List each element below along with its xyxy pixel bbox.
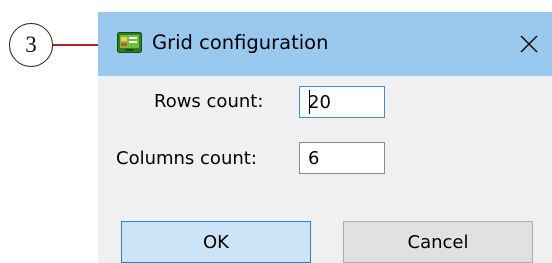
dialog-title: Grid configuration (152, 31, 329, 54)
close-button[interactable] (506, 12, 552, 76)
screenshot-stage: 3 Grid configuration Rows count: 20 Colu… (0, 0, 552, 263)
cancel-button[interactable]: Cancel (343, 221, 533, 263)
ok-button[interactable]: OK (121, 221, 311, 263)
rows-count-input[interactable] (299, 86, 385, 118)
columns-count-label: Columns count: (116, 148, 257, 169)
callout-number: 3 (25, 32, 37, 57)
rows-count-label: Rows count: (154, 91, 264, 112)
grid-configuration-dialog: Grid configuration Rows count: Columns c… (98, 12, 552, 263)
close-icon (520, 35, 538, 53)
callout-marker: 3 (9, 23, 53, 67)
columns-count-input[interactable] (299, 142, 385, 174)
dialog-titlebar[interactable]: Grid configuration (98, 12, 552, 76)
text-caret (309, 90, 310, 114)
grid-app-icon (117, 32, 142, 53)
